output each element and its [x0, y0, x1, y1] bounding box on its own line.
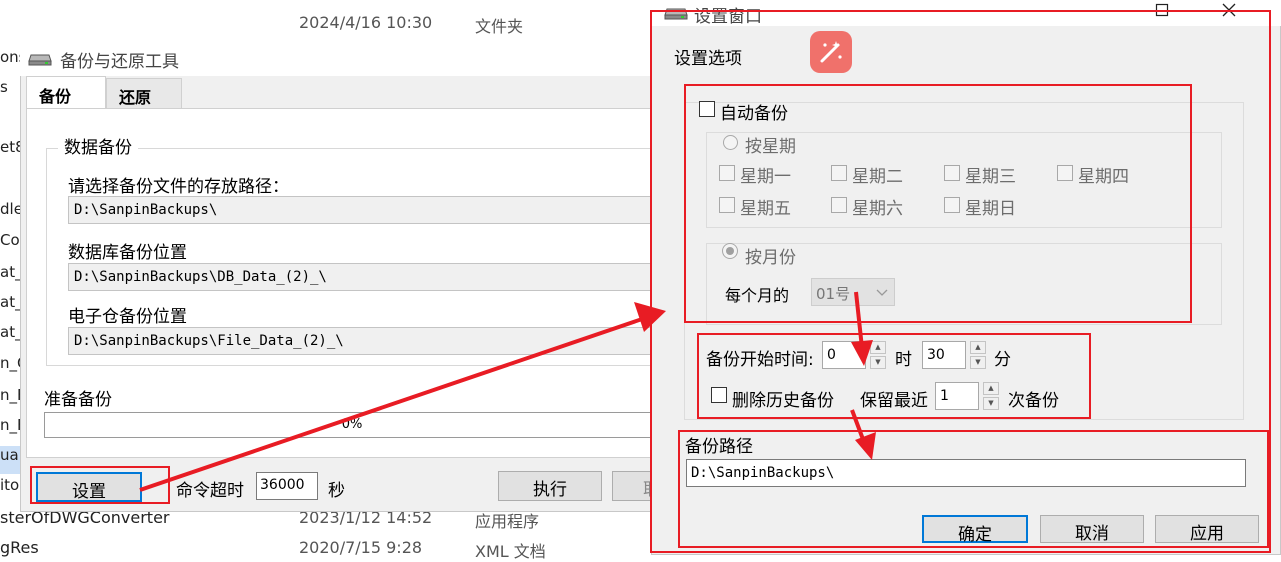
explorer-row-date: 2024/4/16 10:30: [299, 13, 433, 32]
explorer-file-name[interactable]: n_C: [0, 354, 22, 372]
annotation-settings-button-box: [30, 466, 170, 504]
explorer-row-date: 2020/7/15 9:28: [299, 538, 423, 557]
explorer-file-name[interactable]: ons: [0, 48, 22, 66]
explorer-file-name[interactable]: et8.: [0, 138, 22, 156]
explorer-file-name[interactable]: ito: [0, 476, 22, 494]
timeout-label: 命令超时: [176, 481, 244, 501]
backup-path-label: 请选择备份文件的存放路径：: [68, 177, 289, 197]
explorer-row-type: 文件夹: [475, 17, 524, 36]
annotation-start-time-box: [697, 333, 1091, 419]
timeout-value: 36000: [260, 477, 305, 493]
explorer-file-name[interactable]: at_C: [0, 263, 22, 281]
explorer-file-name[interactable]: ual: [0, 446, 22, 464]
tab-restore-label: 还原: [119, 88, 152, 107]
timeout-unit: 秒: [328, 481, 345, 501]
db-backup-label: 数据库备份位置: [68, 243, 187, 263]
annotation-auto-backup-box: [684, 84, 1192, 323]
file-backup-label: 电子仓备份位置: [68, 307, 187, 327]
tab-restore[interactable]: 还原: [106, 78, 182, 108]
explorer-file-name[interactable]: at_F: [0, 323, 22, 341]
explorer-file-name[interactable]: dle: [0, 200, 22, 218]
backup-progress-text: 0%: [341, 417, 363, 432]
explorer-file-name[interactable]: Co: [0, 231, 22, 249]
tab-backup-label: 备份: [39, 87, 72, 106]
backup-tool-title: 备份与还原工具: [60, 52, 179, 72]
annotation-path-box: [678, 430, 1269, 548]
backup-status-text: 准备备份: [44, 390, 112, 410]
explorer-row-type: XML 文档: [475, 542, 546, 561]
data-backup-group-title: 数据备份: [58, 133, 138, 158]
backup-path-input[interactable]: D:\SanpinBackups\: [68, 196, 658, 224]
explorer-file-name[interactable]: at_F: [0, 293, 22, 311]
backup-path-value: D:\SanpinBackups\: [74, 202, 218, 218]
explorer-file-name[interactable]: n_F: [0, 386, 22, 404]
explorer-file-name[interactable]: n_F: [0, 416, 22, 434]
db-backup-location-value: D:\SanpinBackups\DB_Data_(2)_\: [74, 269, 327, 285]
backup-progress-bar: 0%: [44, 412, 660, 438]
execute-button[interactable]: 执行: [498, 471, 602, 501]
disk-drive-icon: [28, 54, 52, 66]
tab-backup[interactable]: 备份: [26, 76, 106, 109]
file-backup-location-field: D:\SanpinBackups\File_Data_(2)_\: [68, 327, 658, 355]
file-backup-location-value: D:\SanpinBackups\File_Data_(2)_\: [74, 333, 344, 349]
explorer-file-name[interactable]: s: [0, 78, 22, 96]
timeout-input[interactable]: 36000: [256, 472, 318, 500]
explorer-row-name[interactable]: gRes: [0, 538, 39, 557]
db-backup-location-field: D:\SanpinBackups\DB_Data_(2)_\: [68, 263, 658, 291]
